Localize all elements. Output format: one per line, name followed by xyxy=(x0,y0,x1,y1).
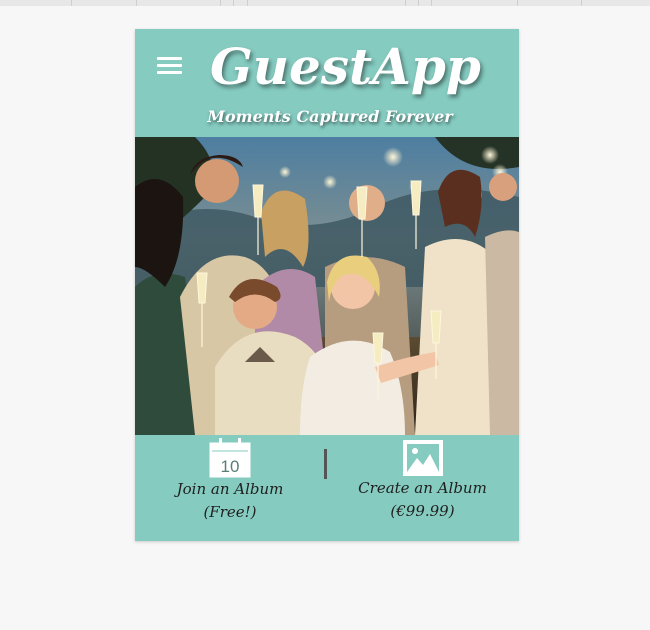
join-album-button[interactable]: 10 Join an Album (Free!) xyxy=(160,435,300,541)
hamburger-menu-icon[interactable] xyxy=(157,55,183,75)
create-album-label: Create an Album xyxy=(358,479,487,497)
browser-top-strip xyxy=(0,0,650,6)
join-album-note: (Free!) xyxy=(203,503,257,521)
app-header: GuestApp Moments Captured Forever xyxy=(135,29,519,137)
app-title: GuestApp xyxy=(210,37,481,96)
create-album-button[interactable]: Create an Album (€99.99) xyxy=(345,435,500,541)
create-album-note: (€99.99) xyxy=(390,502,455,520)
app-card: GuestApp Moments Captured Forever 10 Joi… xyxy=(135,29,519,541)
album-actions: 10 Join an Album (Free!) Create an Album… xyxy=(135,435,519,541)
calendar-day-number: 10 xyxy=(221,457,240,476)
join-album-label: Join an Album xyxy=(176,480,284,498)
image-icon xyxy=(402,440,443,476)
actions-divider xyxy=(324,449,327,479)
app-subtitle: Moments Captured Forever xyxy=(207,107,453,126)
hero-image xyxy=(135,137,519,435)
calendar-icon: 10 xyxy=(209,438,251,478)
